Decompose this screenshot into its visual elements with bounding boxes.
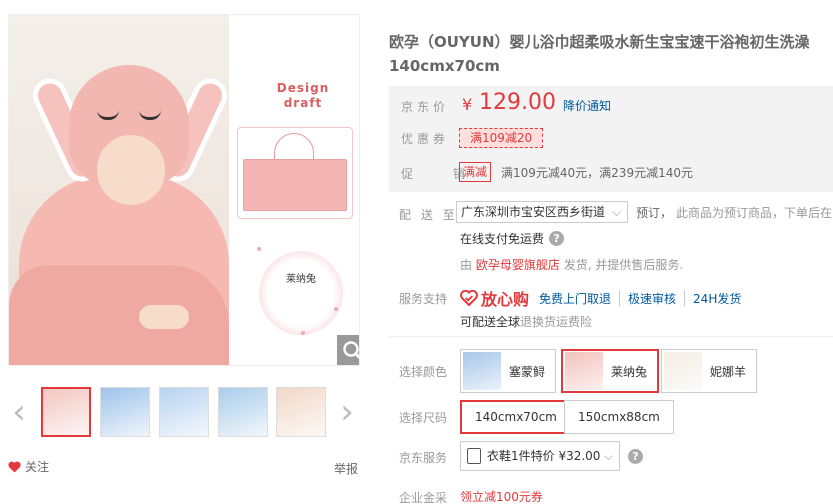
bag-icon (467, 448, 481, 464)
heart-icon (8, 461, 21, 472)
global-delivery-text: 可配送全球 (460, 315, 521, 329)
divider (389, 336, 833, 337)
thumbnail-2[interactable] (100, 387, 150, 437)
price-value: 129.00 (479, 90, 556, 115)
thumbnail-image (43, 389, 89, 435)
main-product-image[interactable]: Design draft 莱纳兔 (8, 14, 360, 366)
price-panel: 京东价 ¥ 129.00 降价通知 优惠券 满109减20 促 销 满减 满10… (389, 86, 833, 192)
color-swatch-image (463, 352, 501, 390)
service-24h-ship[interactable]: 24H发货 (684, 289, 749, 307)
service-label: 服务支持 (399, 292, 448, 306)
next-arrow-icon[interactable]: › (336, 395, 358, 431)
service-fast-review[interactable]: 极速审核 (619, 289, 684, 307)
prev-arrow-icon[interactable]: ‹ (8, 395, 30, 431)
magnifier-icon (343, 341, 359, 360)
size-option-2[interactable]: 150cmx88cm (564, 400, 674, 434)
color-label: 选择颜色 (399, 365, 448, 379)
delivery-address-select[interactable]: 广东深圳市宝安区西乡街道 ⌵ (456, 201, 628, 223)
jd-service-text: 衣鞋1件特价 ¥32.00 (487, 449, 601, 463)
promo-text: 满109元减40元，满239元减140元 (501, 166, 693, 180)
thumbnail-5[interactable] (276, 387, 326, 437)
towel-fill-illustration (243, 159, 347, 211)
color-option-1[interactable]: 塞蒙鲟 (460, 349, 557, 393)
jd-service-select[interactable]: 衣鞋1件特价 ¥32.00 ⌵ (460, 441, 620, 471)
jd-service-label: 京东服务 (399, 451, 448, 465)
ship-suffix: 发货, 并提供售后服务. (563, 258, 684, 272)
product-title-line2: 140cmx70cm (389, 57, 500, 75)
report-link[interactable]: 举报 (334, 460, 358, 477)
service-free-pickup[interactable]: 免费上门取退 (539, 290, 619, 307)
promo-tag: 满减 (459, 162, 492, 182)
thumbnail-image (219, 388, 267, 436)
heart-check-icon (460, 290, 478, 306)
currency-symbol: ¥ (462, 95, 473, 114)
delivery-label: 配 送 至 (399, 208, 458, 222)
help-icon[interactable]: ? (628, 449, 643, 464)
color-name: 妮娜羊 (710, 364, 747, 379)
biz-label: 企业金采 (399, 491, 448, 504)
thumbnail-3[interactable] (159, 387, 209, 437)
decor-dot (257, 247, 261, 251)
shop-link[interactable]: 欧孕母婴旗舰店 (476, 258, 560, 272)
follow-label: 关注 (25, 460, 50, 474)
presale-text: 预订， (636, 206, 673, 220)
service-row: 放心购 免费上门取退 极速审核 24H发货 (460, 286, 749, 310)
assurance-badge[interactable]: 放心购 (460, 286, 529, 310)
coupon-label: 优惠券 (401, 132, 450, 146)
size-option-1[interactable]: 140cmx70cm (460, 400, 572, 434)
name-circle (259, 251, 343, 335)
baby-photo (9, 15, 233, 365)
ship-by-line: 由 欧孕母婴旗舰店 发货, 并提供售后服务. (460, 256, 683, 273)
price-drop-notify-link[interactable]: 降价通知 (563, 97, 611, 114)
zoom-button[interactable] (337, 335, 359, 365)
color-swatch-image (565, 352, 603, 390)
help-icon[interactable]: ? (549, 231, 565, 246)
variant-name-text: 莱纳兔 (286, 274, 316, 285)
color-name: 莱纳兔 (611, 364, 648, 379)
thumbnail-4[interactable] (218, 387, 268, 437)
chevron-down-icon: ⌵ (603, 449, 613, 463)
thumbnail-strip: ‹ › (8, 385, 360, 441)
color-option-3[interactable]: 妮娜羊 (661, 349, 758, 393)
delivery-address: 广东深圳市宝安区西乡街道 (461, 205, 606, 219)
design-draft-text: Design draft (276, 81, 330, 110)
return-insurance-text: 退换货运费险 (520, 315, 593, 329)
free-shipping-text: 在线支付免运费 (460, 232, 545, 246)
color-name: 塞蒙鲟 (509, 364, 546, 379)
ship-prefix: 由 (460, 258, 473, 272)
coupon-badge[interactable]: 满109减20 (459, 128, 544, 148)
thumbnail-image (160, 388, 208, 436)
decor-dot (334, 307, 338, 311)
biz-coupon-link[interactable]: 领立减100元券 (460, 488, 543, 504)
free-shipping: 在线支付免运费 ? (460, 230, 565, 247)
thumbnail-1[interactable] (41, 387, 91, 437)
thumbnail-image (101, 388, 149, 436)
size-label: 选择尺码 (399, 411, 448, 425)
chevron-down-icon: ⌵ (611, 205, 621, 219)
color-option-2[interactable]: 莱纳兔 (561, 349, 660, 393)
follow-button[interactable]: 关注 (8, 458, 49, 475)
assurance-text: 放心购 (481, 290, 530, 309)
service-note: 可配送全球退换货运费险 (460, 313, 592, 330)
thumbnail-image (277, 388, 325, 436)
price-label: 京东价 (401, 100, 450, 114)
presale-note: 此商品为预订商品，下单后在 (676, 206, 833, 220)
product-title: 欧孕（OUYUN）婴儿浴巾超柔吸水新生宝宝速干浴袍初生洗澡 (389, 33, 810, 51)
decor-dot (301, 331, 305, 335)
color-swatch-image (664, 352, 702, 390)
